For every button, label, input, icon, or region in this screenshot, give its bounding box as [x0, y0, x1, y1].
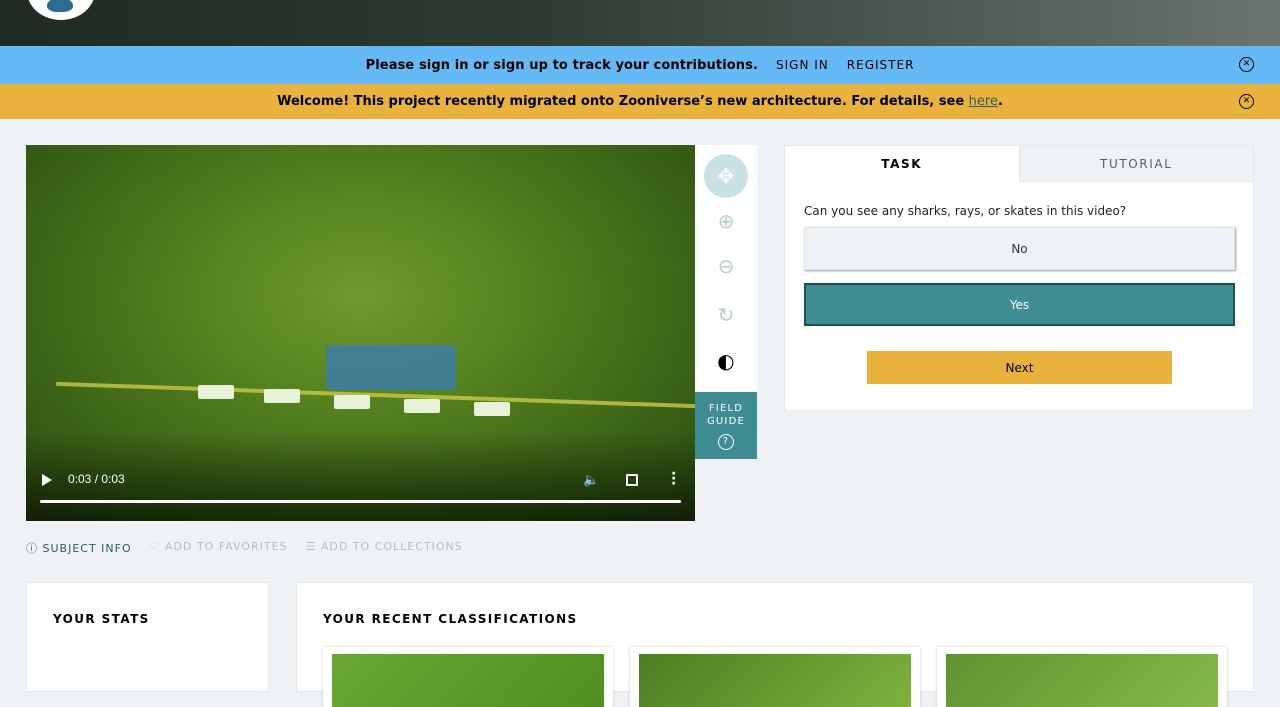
- subject-actions: ⓘ SUBJECT INFO ♡ ADD TO FAVORITES ☰ ADD …: [26, 540, 463, 556]
- recent-classification-thumbnail[interactable]: [937, 647, 1227, 707]
- recent-classification-thumbnail[interactable]: [323, 647, 613, 707]
- project-logo[interactable]: [27, 0, 95, 20]
- field-guide-button[interactable]: FIELD GUIDE ?: [695, 392, 757, 459]
- migration-banner-suffix: .: [997, 94, 1003, 109]
- zoom-out-icon[interactable]: ⊖: [704, 244, 748, 288]
- video-progress-bar[interactable]: [40, 500, 681, 503]
- migration-banner: Welcome! This project recently migrated …: [0, 84, 1280, 119]
- answer-no-button[interactable]: No: [804, 227, 1235, 270]
- invert-contrast-icon[interactable]: ◐: [704, 339, 748, 383]
- move-icon[interactable]: ✥: [704, 154, 748, 198]
- thumbnail-image: [332, 654, 604, 707]
- thumbnail-image: [946, 654, 1218, 707]
- project-hero-header: [0, 0, 1280, 46]
- your-stats-panel: YOUR STATS: [26, 582, 269, 692]
- answer-yes-button[interactable]: Yes: [804, 283, 1235, 326]
- add-to-collections-button[interactable]: ☰ ADD TO COLLECTIONS: [306, 540, 463, 556]
- subject-info-button[interactable]: ⓘ SUBJECT INFO: [26, 540, 132, 556]
- close-signin-banner-icon[interactable]: ✕: [1239, 57, 1254, 72]
- video-frame-float: [404, 399, 440, 413]
- add-to-collections-label: ADD TO COLLECTIONS: [320, 540, 463, 553]
- play-icon[interactable]: [42, 474, 52, 486]
- image-toolbar: ✥ ⊕ ⊖ ↻ ◐: [695, 145, 757, 392]
- volume-icon[interactable]: 🔈: [583, 473, 599, 488]
- video-frame-object: [326, 345, 456, 390]
- subject-video[interactable]: 0:03 / 0:03 🔈 · · ·: [26, 145, 695, 521]
- field-guide-label: FIELD GUIDE: [706, 403, 746, 427]
- task-question: Can you see any sharks, rays, or skates …: [804, 204, 1127, 218]
- migration-details-link[interactable]: here: [969, 94, 998, 109]
- question-mark-icon: ?: [718, 434, 734, 450]
- recent-classifications-panel: YOUR RECENT CLASSIFICATIONS: [296, 582, 1254, 707]
- video-frame-float: [264, 389, 300, 403]
- subject-info-label: SUBJECT INFO: [42, 542, 132, 555]
- next-button[interactable]: Next: [867, 351, 1172, 384]
- recent-classification-thumbnail[interactable]: [630, 647, 920, 707]
- add-to-favorites-label: ADD TO FAVORITES: [165, 540, 288, 553]
- signin-banner: Please sign in or sign up to track your …: [0, 46, 1280, 84]
- task-panel: TASK TUTORIAL Can you see any sharks, ra…: [784, 145, 1254, 411]
- add-to-favorites-button[interactable]: ♡ ADD TO FAVORITES: [150, 540, 288, 556]
- register-link[interactable]: REGISTER: [847, 58, 915, 72]
- more-options-icon[interactable]: · · ·: [671, 467, 676, 491]
- video-frame-float: [474, 402, 510, 416]
- recent-classifications-title: YOUR RECENT CLASSIFICATIONS: [323, 612, 578, 626]
- video-frame-float: [334, 395, 370, 409]
- migration-banner-text: Welcome! This project recently migrated …: [277, 94, 969, 109]
- tab-tutorial[interactable]: TUTORIAL: [1018, 146, 1253, 182]
- your-stats-title: YOUR STATS: [53, 612, 150, 626]
- fullscreen-icon[interactable]: [626, 474, 638, 486]
- sign-in-link[interactable]: SIGN IN: [776, 58, 829, 72]
- tab-task[interactable]: TASK: [785, 146, 1019, 182]
- thumbnail-image: [639, 654, 911, 707]
- migration-banner-message: Welcome! This project recently migrated …: [277, 94, 1003, 109]
- rotate-icon[interactable]: ↻: [704, 293, 748, 337]
- video-time: 0:03 / 0:03: [68, 472, 125, 486]
- shark-logo-icon: [47, 0, 73, 12]
- close-migration-banner-icon[interactable]: ✕: [1239, 94, 1254, 109]
- task-tabs: TASK TUTORIAL: [785, 146, 1253, 182]
- video-frame-float: [198, 385, 234, 399]
- zoom-in-icon[interactable]: ⊕: [704, 199, 748, 243]
- signin-banner-message: Please sign in or sign up to track your …: [365, 57, 759, 73]
